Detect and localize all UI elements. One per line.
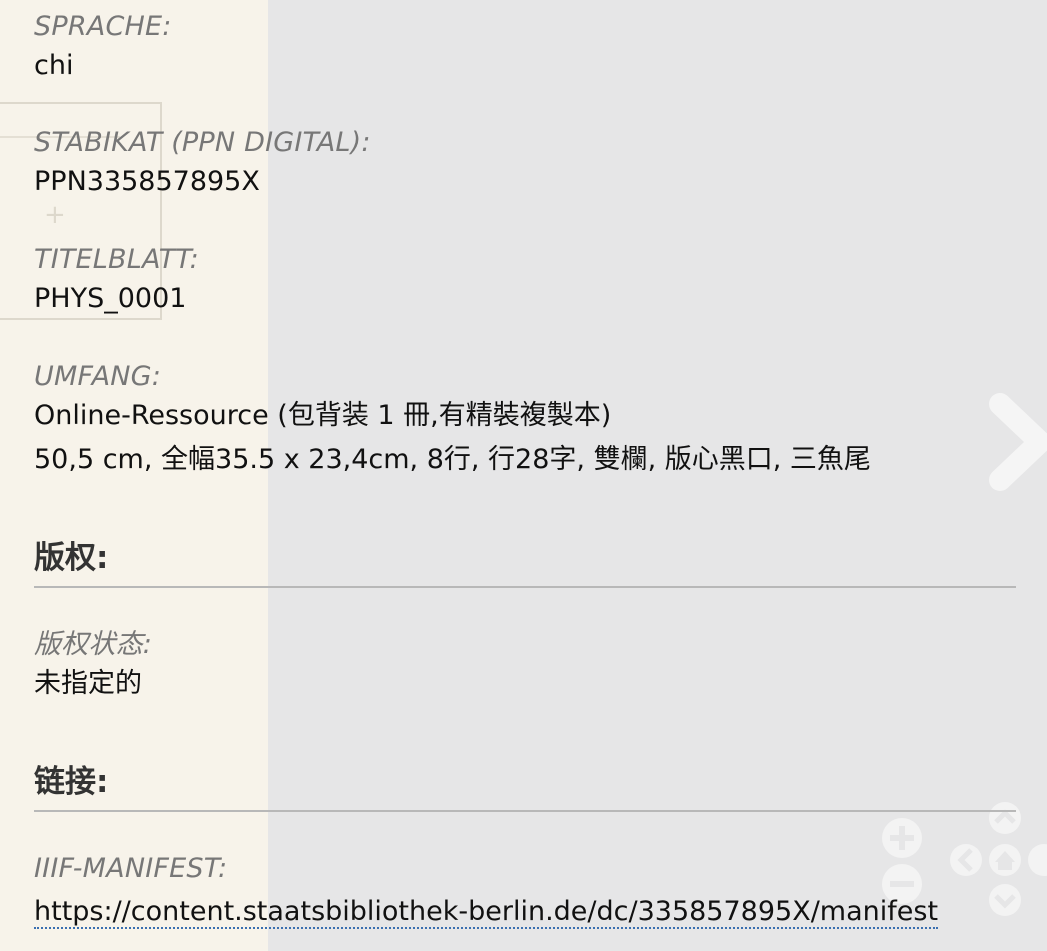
field-value: PPN335857895X — [34, 166, 260, 197]
field-label: TITELBLATT: — [34, 244, 199, 275]
field-label: STABIKAT (PPN DIGITAL): — [34, 127, 371, 158]
section-title-copyright: 版权: — [34, 538, 1016, 588]
field-label: IIIF-MANIFEST: — [34, 853, 228, 884]
field-titelblatt: TITELBLATT: PHYS_0001 — [34, 243, 1016, 321]
field-umfang: UMFANG: Online-Ressource (包背装 1 冊,有精裝複製本… — [34, 360, 1016, 482]
field-copyright-status: 版权状态: 未指定的 — [34, 628, 1016, 706]
field-label: 版权状态: — [34, 629, 153, 660]
section-title-links: 链接: — [34, 762, 1016, 812]
field-label: SPRACHE: — [34, 11, 172, 42]
field-stabikat: STABIKAT (PPN DIGITAL): PPN335857895X — [34, 126, 1016, 204]
scan-mark: + — [44, 200, 66, 230]
field-value: 未指定的 — [34, 668, 142, 699]
field-value-line-1: Online-Ressource (包背装 1 冊,有精裝複製本) — [34, 400, 612, 431]
field-value: chi — [34, 50, 74, 81]
field-sprache: SPRACHE: chi — [34, 10, 1016, 88]
iiif-manifest-link[interactable]: https://content.staatsbibliothek-berlin.… — [34, 896, 939, 929]
field-value: PHYS_0001 — [34, 283, 187, 314]
field-value-line-2: 50,5 cm, 全幅35.5 x 23,4cm, 8行, 行28字, 雙欄, … — [34, 444, 871, 475]
field-label: UMFANG: — [34, 361, 162, 392]
field-iiif-manifest: IIIF-MANIFEST: https://content.staatsbib… — [34, 852, 1016, 934]
field-value: https://content.staatsbibliothek-berlin.… — [34, 890, 1016, 934]
pan-right-button[interactable] — [1028, 844, 1047, 876]
